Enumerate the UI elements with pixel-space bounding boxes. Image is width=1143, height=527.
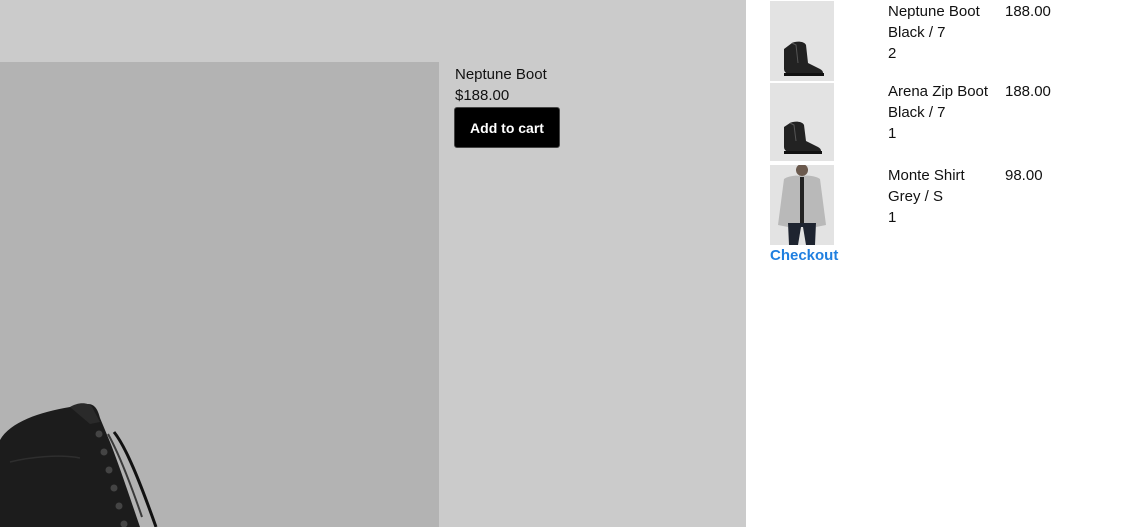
- cart-item-details: Neptune Boot Black / 7 2: [888, 1, 992, 64]
- cart-item-name: Neptune Boot: [888, 3, 980, 20]
- cart-item-details: Monte Shirt Grey / S 1: [888, 165, 992, 228]
- cart-item: Monte Shirt Grey / S 1 98.00: [770, 165, 1130, 245]
- grey-shirt-model-icon: [778, 165, 826, 245]
- cart-item: Arena Zip Boot Black / 7 1 188.00: [770, 81, 1130, 161]
- cart-item-price: 188.00: [1005, 3, 1051, 20]
- cart-panel: Neptune Boot Black / 7 2 188.00 Arena Zi…: [770, 1, 1130, 265]
- cart-item-variant: Grey / S: [888, 188, 944, 205]
- black-boot-icon: [784, 41, 824, 76]
- cart-item-variant: Black / 7: [888, 104, 946, 121]
- cart-item-price: 98.00: [1005, 167, 1043, 184]
- cart-item-price: 188.00: [1005, 83, 1051, 100]
- product-info: Neptune Boot $188.00 Add to cart: [454, 64, 560, 148]
- cart-item-details: Arena Zip Boot Black / 7 1: [888, 81, 992, 144]
- product-panel: Neptune Boot $188.00 Add to cart: [0, 0, 746, 527]
- cart-item-thumbnail[interactable]: [770, 1, 834, 81]
- cart-item-quantity: 2: [888, 45, 897, 62]
- cart-item-name: Monte Shirt: [888, 167, 965, 184]
- product-price: $188.00: [455, 87, 510, 104]
- black-zip-boot-icon: [784, 121, 822, 154]
- cart-item-name: Arena Zip Boot: [888, 83, 989, 100]
- add-to-cart-button[interactable]: Add to cart: [454, 107, 560, 148]
- cart-item: Neptune Boot Black / 7 2 188.00: [770, 1, 1130, 81]
- cart-item-thumbnail[interactable]: [770, 165, 834, 245]
- boot-image-icon: [0, 403, 158, 527]
- cart-item-thumbnail[interactable]: [770, 83, 834, 161]
- cart-item-quantity: 1: [888, 209, 897, 226]
- cart-item-quantity: 1: [888, 125, 897, 142]
- cart-item-variant: Black / 7: [888, 24, 946, 41]
- product-image: [0, 62, 439, 527]
- checkout-link[interactable]: Checkout: [770, 247, 838, 264]
- page: Neptune Boot $188.00 Add to cart Neptune…: [0, 0, 1143, 527]
- product-title: Neptune Boot: [455, 66, 547, 83]
